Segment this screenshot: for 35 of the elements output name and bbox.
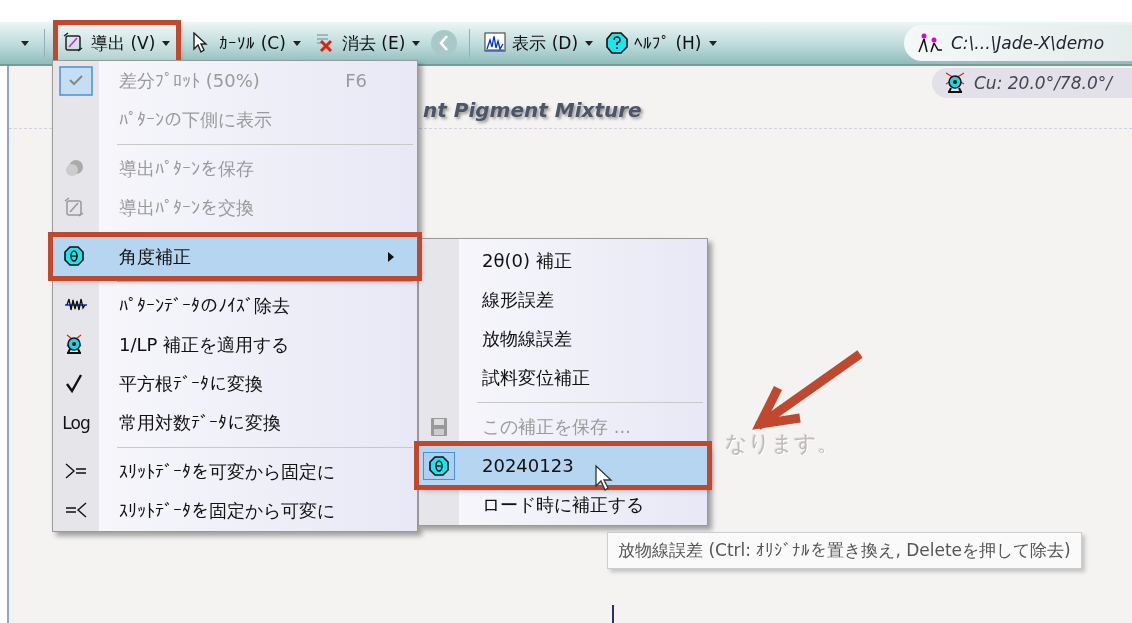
theta-icon [429, 455, 449, 476]
menu-item[interactable]: ロード時に補正する [419, 485, 707, 524]
menu-button[interactable]: ｶｰｿﾙ (C) [185, 24, 308, 62]
menu-item[interactable]: ｽﾘｯﾄﾃﾞｰﾀを固定から可変に [53, 491, 417, 530]
caret-icon [161, 39, 172, 47]
caret-icon [20, 39, 30, 47]
help-icon [606, 32, 629, 54]
menu-button[interactable]: 表示 (D) [478, 24, 601, 62]
menu-item[interactable]: 平方根ﾃﾞｰﾀに変換 [53, 364, 417, 403]
menu-item[interactable]: 試料変位補正 [419, 358, 707, 397]
swap-icon [63, 32, 85, 54]
caret-icon [707, 39, 718, 47]
menu-button[interactable]: 消去 (E) [307, 24, 428, 62]
menu-item[interactable]: ｽﾘｯﾄﾃﾞｰﾀを可変から固定に [53, 452, 417, 491]
menu-item[interactable]: 1/LP 補正を適用する [53, 325, 417, 364]
file-path-field: C:\...\Jade-X\demo [904, 25, 1132, 61]
caret-icon [584, 39, 595, 47]
chart-icon [484, 32, 507, 54]
chart-title: nt Pigment Mixture [423, 98, 642, 122]
menu-item[interactable]: Log 常用対数ﾃﾞｰﾀに変換 [53, 403, 417, 442]
menu-item[interactable]: 2θ(0) 補正 [419, 241, 707, 280]
figures-icon [918, 32, 943, 54]
menu-item[interactable]: 放物線誤差 [419, 319, 707, 358]
mouse-pointer-icon [595, 464, 613, 491]
menu-button[interactable]: ﾍﾙﾌﾟ (H) [600, 24, 724, 62]
tooltip: 放物線誤差 (Ctrl: ｵﾘｼﾞﾅﾙを置き換え, Deleteを押して除去) [607, 532, 1082, 569]
background-message: なります。 [725, 430, 839, 458]
caret-icon [411, 39, 422, 47]
caret-icon [291, 39, 302, 47]
axis-tick [612, 605, 614, 623]
radiation-label: Cu: 20.0°/78.0°/ [932, 68, 1132, 98]
menu-item[interactable]: 線形誤差 [419, 280, 707, 319]
lp-correction-icon [944, 72, 966, 94]
menu-item[interactable]: ﾊﾟﾀｰﾝﾃﾞｰﾀのﾉｲｽﾞ除去 [53, 286, 417, 325]
log-icon: Log [62, 412, 90, 433]
